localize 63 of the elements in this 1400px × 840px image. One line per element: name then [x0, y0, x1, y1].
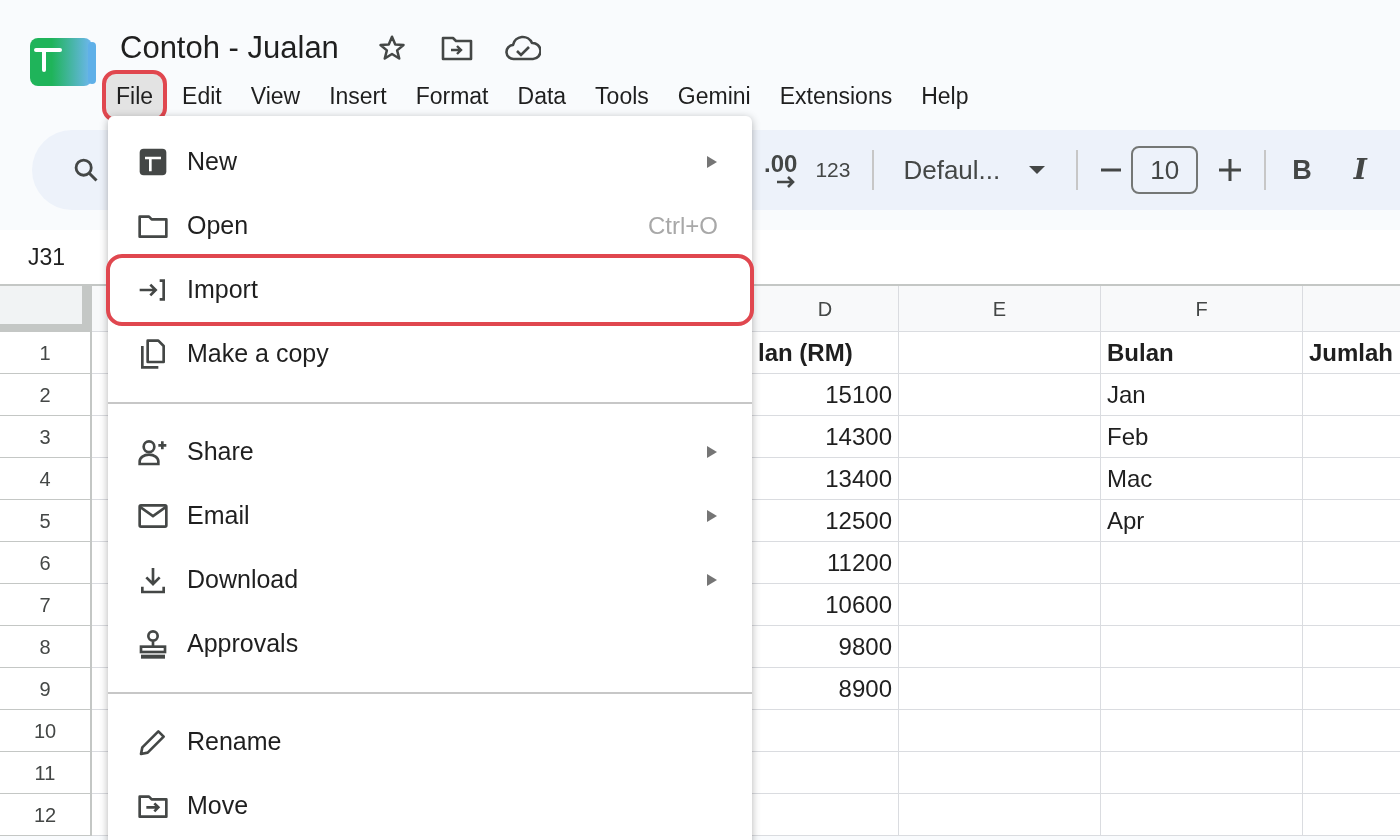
- shortcut-text: Ctrl+O: [648, 211, 718, 241]
- font-size-field[interactable]: 10: [1131, 146, 1199, 194]
- submenu-arrow-icon: [706, 509, 718, 523]
- menubar-item[interactable]: View: [240, 74, 311, 118]
- table-cell: Bulan: [1101, 332, 1303, 374]
- menubar-item[interactable]: Insert: [319, 74, 397, 118]
- row-header[interactable]: 10: [0, 710, 92, 752]
- plus-icon[interactable]: [1218, 158, 1243, 182]
- menu-item[interactable]: New: [110, 130, 750, 194]
- table-cell: Feb: [1101, 416, 1303, 458]
- menu-item[interactable]: Import: [110, 258, 750, 322]
- menu-item[interactable]: Approvals: [110, 612, 750, 676]
- search-icon[interactable]: [72, 156, 100, 184]
- document-title[interactable]: Contoh - Jualan: [120, 28, 339, 68]
- menubar-item[interactable]: Format: [405, 74, 499, 118]
- table-cell: Jumlah: [1303, 332, 1400, 374]
- row-header[interactable]: 2: [0, 374, 92, 416]
- caret-icon: [1028, 165, 1047, 175]
- menu-item[interactable]: Make a copy: [110, 322, 750, 386]
- column-header[interactable]: F: [1101, 286, 1303, 332]
- row-header[interactable]: 9: [0, 668, 92, 710]
- folder-icon[interactable]: [440, 34, 473, 62]
- menu-item[interactable]: Move: [110, 774, 750, 838]
- row-header[interactable]: 5: [0, 500, 92, 542]
- table-cell: Apr: [1101, 500, 1303, 542]
- cloud-check-icon[interactable]: [504, 35, 541, 61]
- menu-item[interactable]: Download: [110, 548, 750, 612]
- increase-decimal-button[interactable]: .00: [764, 152, 798, 188]
- new-sheet-icon: [137, 146, 169, 178]
- menubar-item[interactable]: Help: [911, 74, 979, 118]
- table-cell: Mac: [1101, 458, 1303, 500]
- row-header[interactable]: 11: [0, 752, 92, 794]
- menubar-item[interactable]: Data: [507, 74, 577, 118]
- menu-item[interactable]: Share: [110, 420, 750, 484]
- star-icon[interactable]: [376, 33, 407, 63]
- number-format-button[interactable]: 123: [815, 154, 851, 186]
- row-header[interactable]: 12: [0, 794, 92, 836]
- menubar-item[interactable]: Tools: [585, 74, 659, 118]
- stamp-icon: [137, 628, 169, 660]
- bold-button[interactable]: B: [1292, 149, 1312, 191]
- submenu-arrow-icon: [706, 573, 718, 587]
- arrow-icon: [774, 176, 797, 188]
- row-header[interactable]: 4: [0, 458, 92, 500]
- submenu-arrow-icon: [706, 445, 718, 459]
- row-header[interactable]: 1: [0, 332, 92, 374]
- column-header[interactable]: D: [752, 286, 899, 332]
- row-header[interactable]: 7: [0, 584, 92, 626]
- menubar-item[interactable]: Edit: [172, 74, 232, 118]
- menu-item[interactable]: Open Ctrl+O: [110, 194, 750, 258]
- italic-button[interactable]: I: [1353, 149, 1367, 191]
- table-cell: Jan: [1101, 374, 1303, 416]
- spreadsheet-logo-icon[interactable]: [30, 38, 98, 88]
- row-header[interactable]: 3: [0, 416, 92, 458]
- submenu-arrow-icon: [706, 155, 718, 169]
- name-box[interactable]: J31: [28, 239, 66, 275]
- column-header[interactable]: E: [899, 286, 1101, 332]
- menubar-item[interactable]: Extensions: [769, 74, 903, 118]
- menubar-item[interactable]: Gemini: [667, 74, 761, 118]
- menu-item[interactable]: Rename: [110, 710, 750, 774]
- menu-item[interactable]: Email: [110, 484, 750, 548]
- row-header[interactable]: 8: [0, 626, 92, 668]
- font-dropdown[interactable]: Defaul...: [903, 150, 1047, 190]
- row-header[interactable]: 6: [0, 542, 92, 584]
